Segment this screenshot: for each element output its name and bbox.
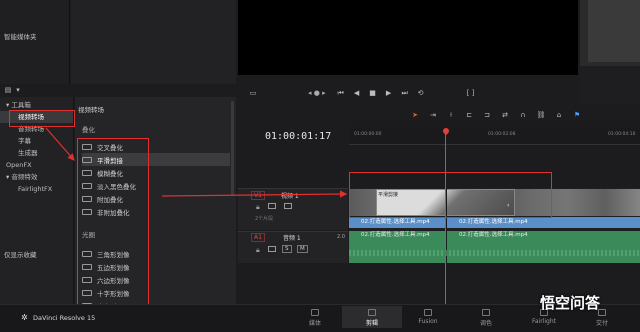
davinci-logo-icon: ✲ [21,313,28,322]
page-tab-icon [424,309,432,316]
page-tab-label: Fairlight [531,318,556,325]
davinci-resolve-window: 智能媒体夹 ▭ ◂ ● ▸ ⏮ ◀ ■ ▶ ⏭ ⟲ [ ] ▤ ▾ ▾ 工具箱视… [0,0,640,332]
page-tab-label: 媒体 [308,320,321,327]
page-tab[interactable]: 调色 [456,306,516,328]
page-tab-label: 调色 [479,320,492,327]
annotation-arrows [45,127,348,198]
arrow-list-to-timeline [161,190,348,198]
page-tab-icon [311,309,319,316]
page-tab[interactable]: Fusion [398,306,458,328]
page-tab-label: 交付 [595,320,608,327]
page-tab-label: 剪辑 [365,320,378,327]
page-tab[interactable]: 剪辑 [342,306,402,328]
app-name: DaVinci Resolve 15 [33,314,96,322]
page-tab[interactable]: 媒体 [285,306,345,328]
page-tab-icon [368,309,376,316]
page-tab-icon [482,309,490,316]
arrow-tree-to-list [45,127,75,161]
watermark: 悟空问答 [540,294,601,312]
page-tab-label: Fusion [418,318,438,325]
